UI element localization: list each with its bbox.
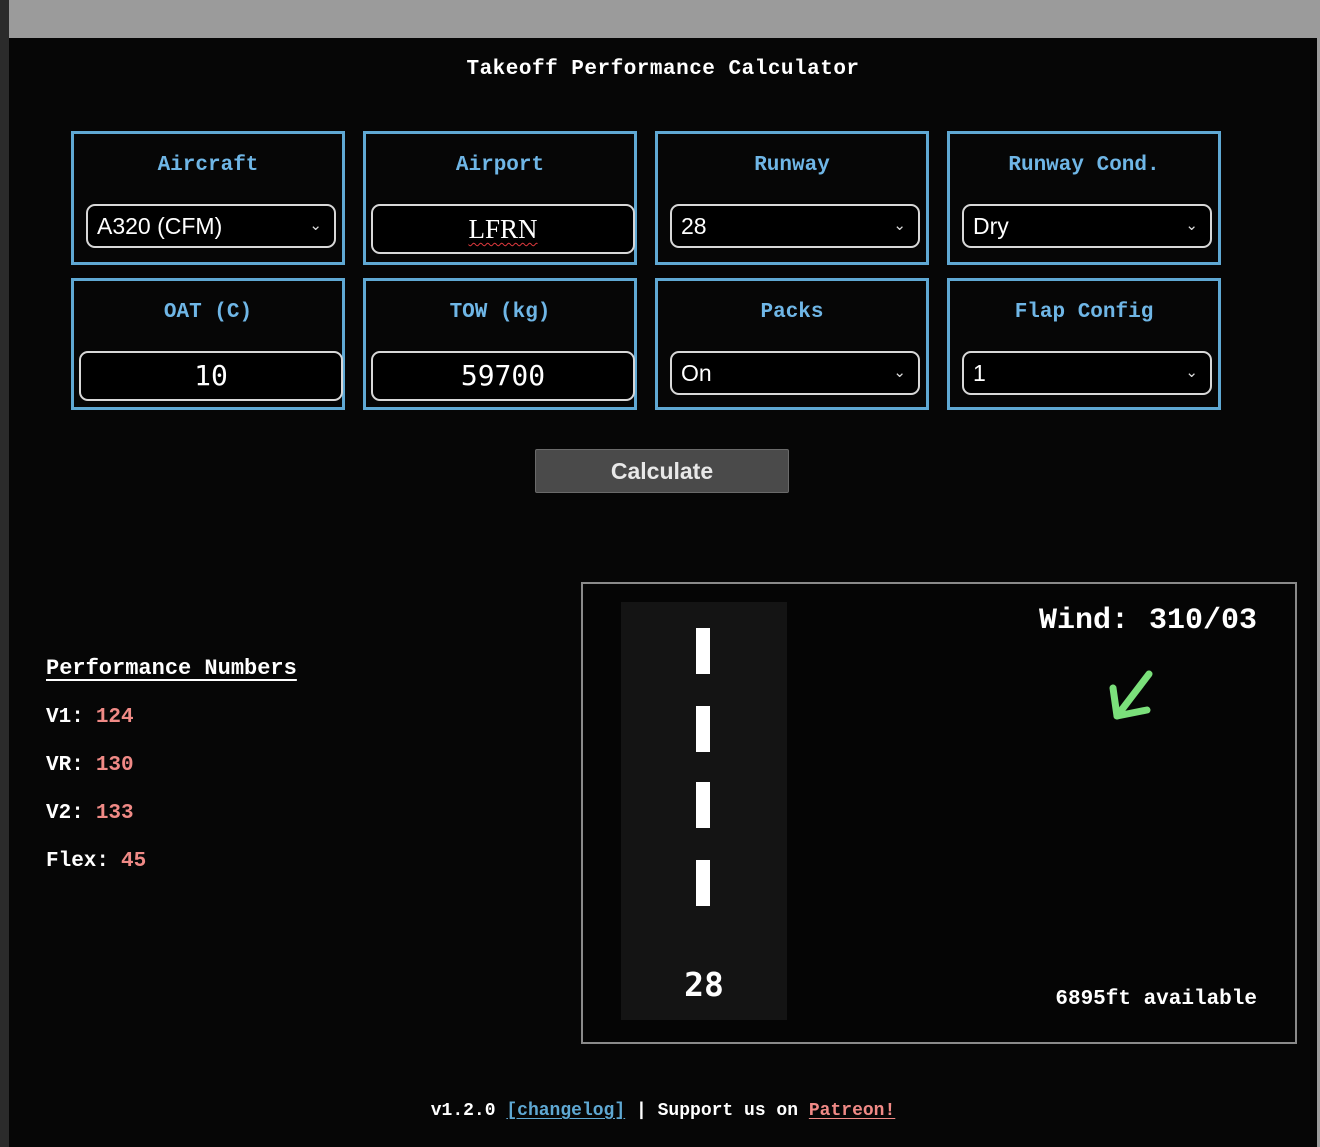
tow-card: TOW (kg) 59700 — [363, 278, 637, 410]
packs-select-value: On — [681, 360, 712, 386]
airport-card: Airport LFRN — [363, 131, 637, 265]
wind-label: Wind: — [1038, 604, 1129, 638]
vr-label: VR: — [46, 754, 84, 777]
oat-input[interactable]: 10 — [79, 351, 343, 401]
runway-cond-select[interactable]: Dry ⌄ — [962, 204, 1212, 248]
runway-cond-label: Runway Cond. — [1008, 154, 1160, 177]
changelog-link[interactable]: [changelog] — [506, 1101, 625, 1121]
runway-select[interactable]: 28 ⌄ — [670, 204, 920, 248]
flex-label: Flex: — [46, 850, 110, 873]
v2-row: V2: 133 — [46, 801, 297, 849]
airport-label: Airport — [455, 154, 545, 177]
arrow-down-left-icon — [1109, 670, 1153, 720]
runway-cond-select-value: Dry — [973, 213, 1009, 239]
aircraft-label: Aircraft — [157, 154, 259, 177]
oat-label: OAT (C) — [163, 301, 253, 324]
window-left-edge — [0, 0, 9, 1147]
page-title: Takeoff Performance Calculator — [466, 58, 860, 81]
aircraft-select[interactable]: A320 (CFM) ⌄ — [86, 204, 336, 248]
tow-label: TOW (kg) — [449, 301, 551, 324]
flap-select[interactable]: 1 ⌄ — [962, 351, 1212, 395]
v1-label: V1: — [46, 706, 84, 729]
footer: v1.2.0 [changelog] | Support us on Patre… — [9, 1101, 1317, 1121]
packs-label: Packs — [760, 301, 824, 324]
airport-input-value: LFRN — [468, 214, 538, 244]
runway-select-value: 28 — [681, 213, 707, 239]
performance-heading: Performance Numbers — [46, 656, 297, 681]
patreon-link[interactable]: Patreon! — [809, 1101, 895, 1121]
oat-card: OAT (C) 10 — [71, 278, 345, 410]
vr-row: VR: 130 — [46, 753, 297, 801]
centerline-stripe — [696, 628, 710, 674]
chevron-down-icon: ⌄ — [893, 217, 906, 234]
runway-card: Runway 28 ⌄ — [655, 131, 929, 265]
chevron-down-icon: ⌄ — [1185, 217, 1198, 234]
airport-input[interactable]: LFRN — [371, 204, 635, 254]
aircraft-select-value: A320 (CFM) — [97, 213, 223, 239]
chevron-down-icon: ⌄ — [893, 364, 906, 381]
runway-number: 28 — [684, 965, 724, 1004]
calculate-button[interactable]: Calculate — [535, 449, 789, 493]
v1-row: V1: 124 — [46, 705, 297, 753]
footer-separator: | — [635, 1101, 647, 1121]
aircraft-card: Aircraft A320 (CFM) ⌄ — [71, 131, 345, 265]
flap-select-value: 1 — [973, 360, 986, 386]
runway-graphic: 28 — [621, 602, 787, 1020]
centerline-stripe — [696, 706, 710, 752]
support-text: Support us on — [657, 1101, 799, 1121]
packs-card: Packs On ⌄ — [655, 278, 929, 410]
v2-label: V2: — [46, 802, 84, 825]
flap-card: Flap Config 1 ⌄ — [947, 278, 1221, 410]
flap-label: Flap Config — [1014, 301, 1154, 324]
packs-select[interactable]: On ⌄ — [670, 351, 920, 395]
runway-available: 6895ft available — [1055, 988, 1257, 1011]
wind-readout: Wind: 310/03 — [1039, 604, 1257, 638]
v1-value: 124 — [95, 706, 134, 729]
tow-input[interactable]: 59700 — [371, 351, 635, 401]
performance-numbers: Performance Numbers V1: 124 VR: 130 V2: 133… — [46, 656, 297, 897]
runway-panel: 28 Wind: 310/03 6895ft available — [581, 582, 1297, 1044]
vr-value: 130 — [95, 754, 134, 777]
wind-value: 310/03 — [1148, 604, 1257, 638]
app-container: Takeoff Performance Calculator Aircraft … — [9, 38, 1317, 1147]
version-text: v1.2.0 — [430, 1101, 496, 1121]
chevron-down-icon: ⌄ — [1185, 364, 1198, 381]
v2-value: 133 — [95, 802, 134, 825]
flex-row: Flex: 45 — [46, 849, 297, 897]
runway-cond-card: Runway Cond. Dry ⌄ — [947, 131, 1221, 265]
centerline-stripe — [696, 860, 710, 906]
chevron-down-icon: ⌄ — [309, 217, 322, 234]
runway-label: Runway — [754, 154, 830, 177]
flex-value: 45 — [121, 850, 147, 873]
centerline-stripe — [696, 782, 710, 828]
